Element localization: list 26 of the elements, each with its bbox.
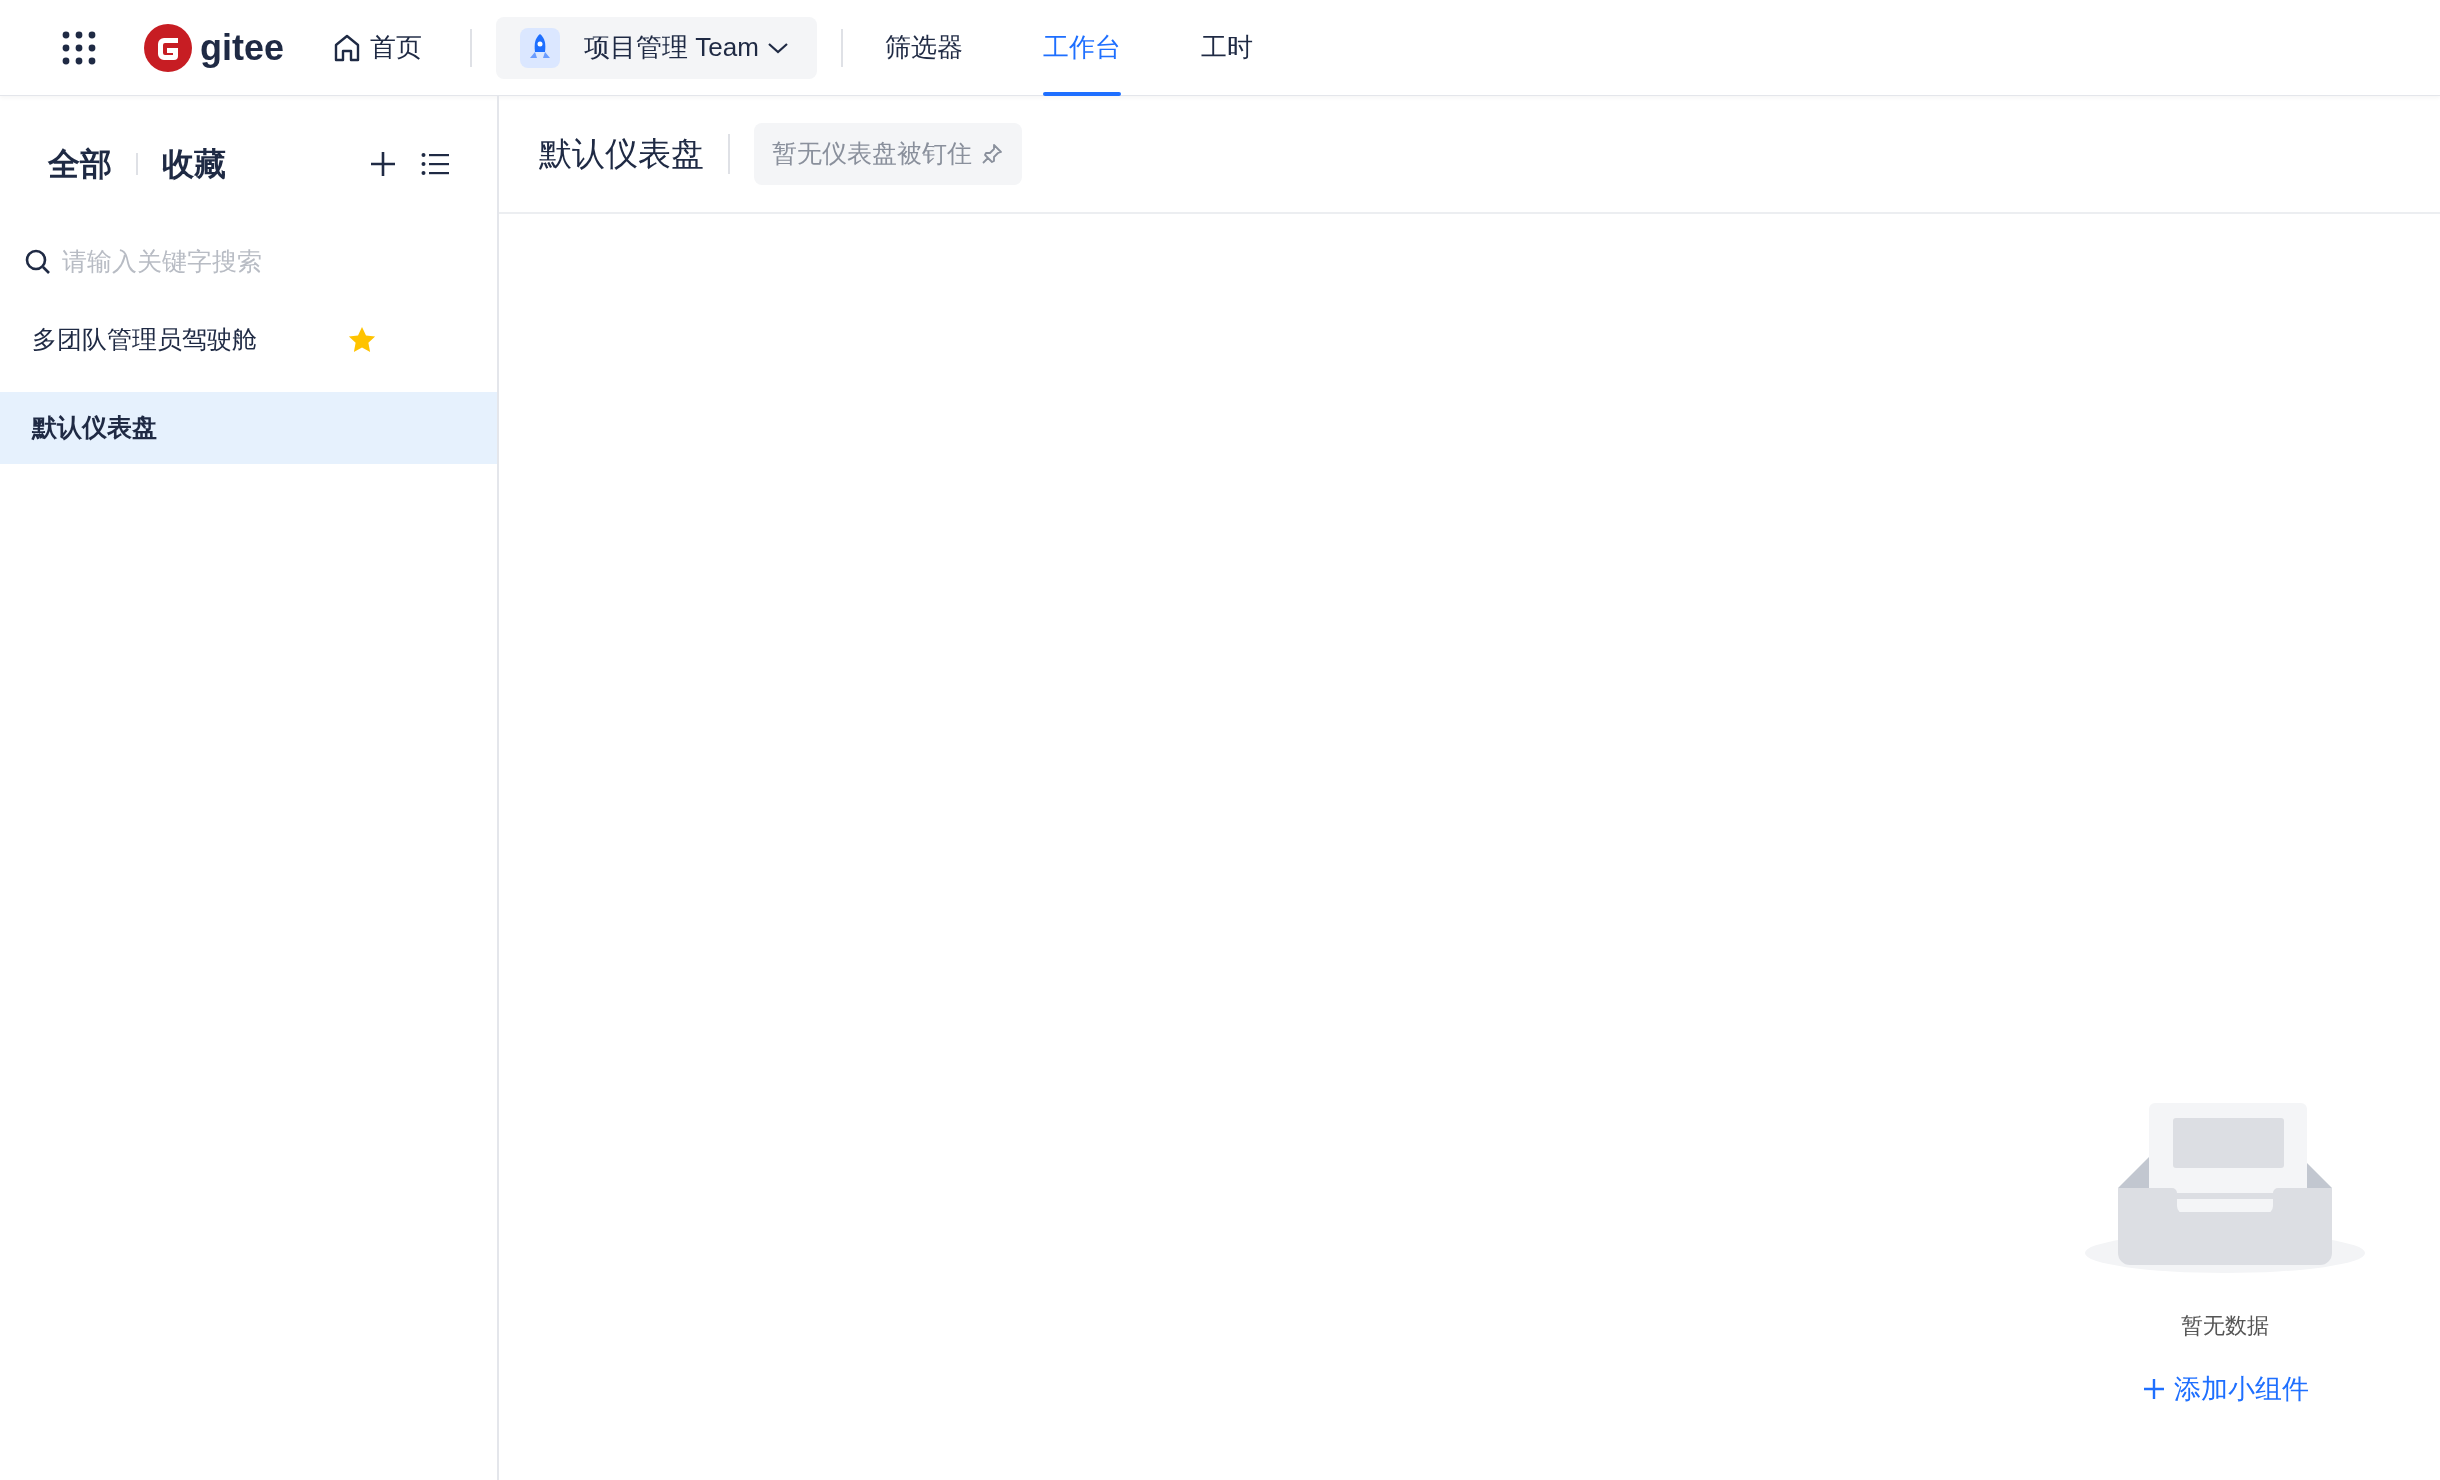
nav-tab[interactable]: 筛选器 — [884, 0, 963, 96]
app-grid-icon[interactable] — [62, 30, 96, 65]
filter-tab[interactable]: 全部 — [48, 140, 112, 188]
home-link[interactable]: 首页 — [332, 28, 423, 67]
list-icon[interactable] — [421, 152, 449, 176]
dashboard-item[interactable]: 默认仪表盘 — [0, 392, 497, 464]
rocket-icon — [520, 27, 561, 68]
chevron-down-icon — [766, 40, 789, 55]
pin-icon — [980, 142, 1004, 166]
item-label: 多团队管理员驾驶舱 — [32, 324, 257, 356]
item-label: 默认仪表盘 — [32, 412, 157, 444]
logo-icon — [144, 23, 192, 72]
dashboard-item[interactable]: 多团队管理员驾驶舱 — [0, 304, 497, 376]
nav-tab[interactable]: 工时 — [1200, 0, 1253, 96]
logo-text: gitee — [200, 25, 285, 70]
add-widget-link[interactable]: 添加小组件 — [2135, 1367, 2315, 1410]
nav-tab[interactable]: 工作台 — [1042, 0, 1121, 96]
filter-tab[interactable]: 收藏 — [162, 140, 226, 188]
empty-message: 暂无数据 — [2181, 1311, 2269, 1340]
pin-status-badge: 暂无仪表盘被钉住 — [754, 123, 1022, 185]
add-icon[interactable] — [369, 150, 397, 178]
plus-icon — [2141, 1376, 2166, 1401]
dashboard-title: 默认仪表盘 — [539, 134, 704, 175]
team-dropdown[interactable]: 项目管理 Team — [496, 16, 817, 79]
search-icon — [24, 248, 52, 276]
star-icon[interactable] — [347, 325, 377, 355]
